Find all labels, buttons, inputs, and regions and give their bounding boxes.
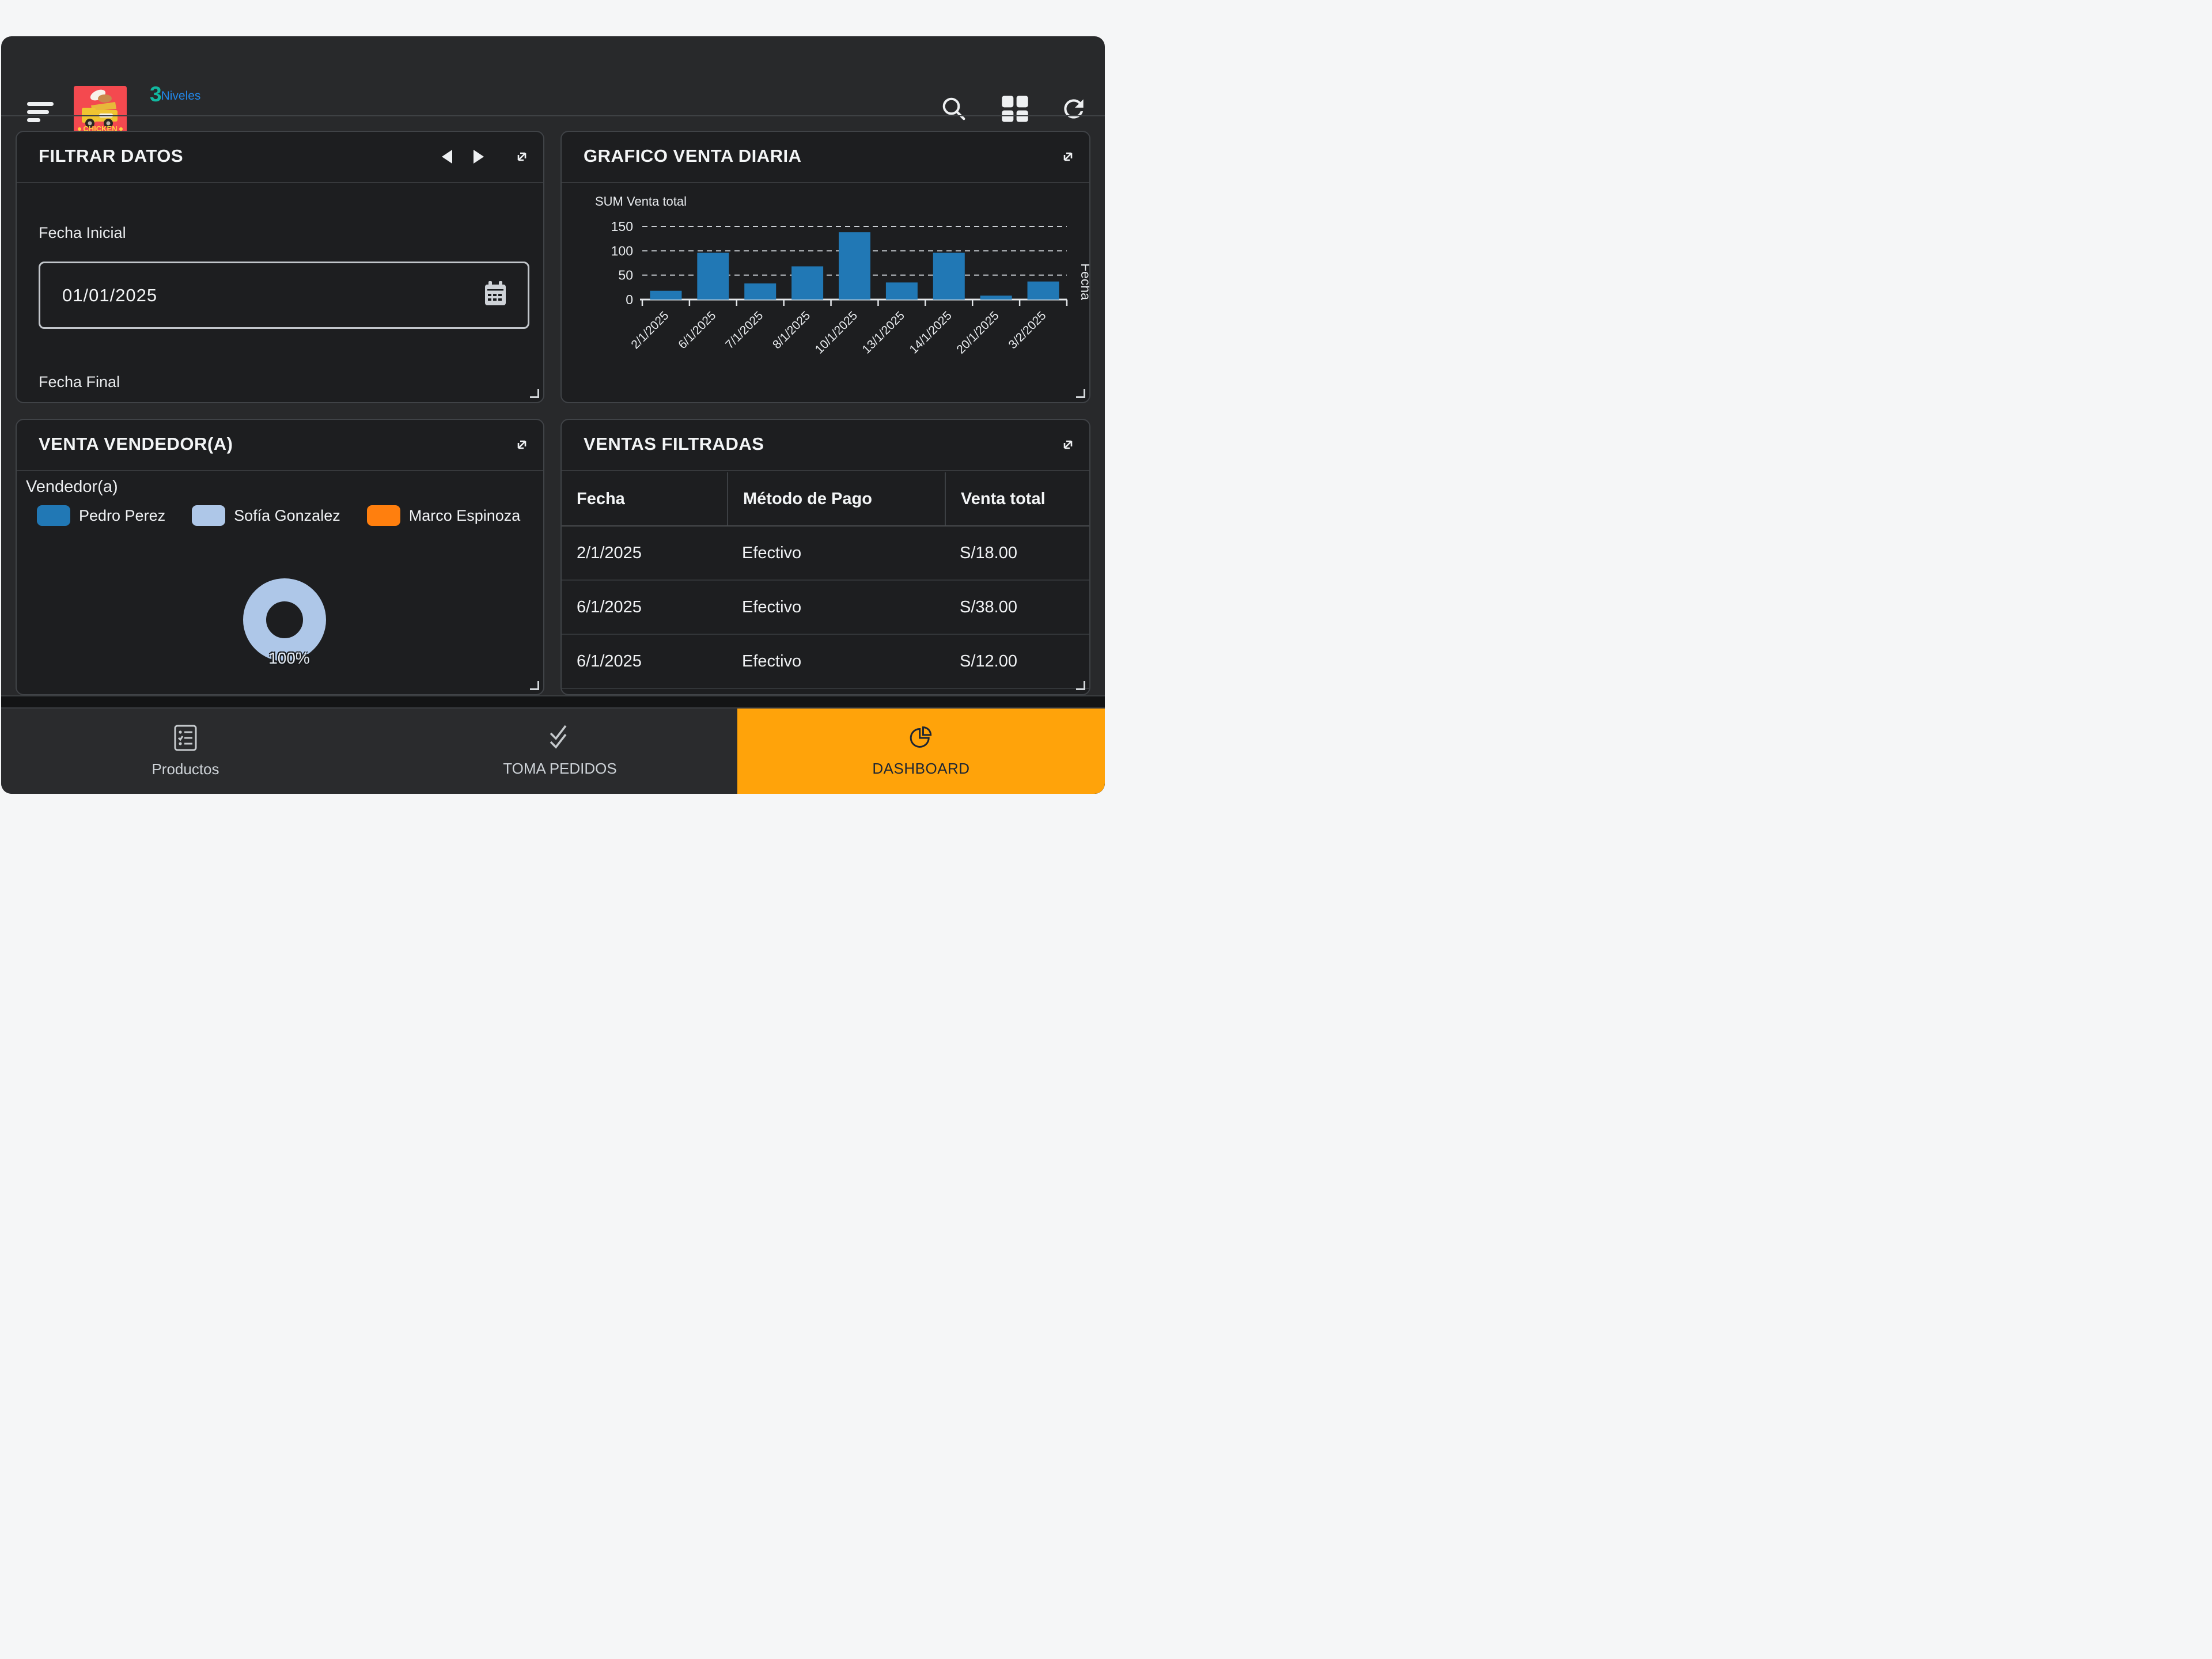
content-nav-divider (1, 695, 1105, 709)
daily-sales-bar-chart: 0 50 100 150 2/1/20256/1/20257/1/20258/1/202… (562, 132, 1089, 402)
table-cell: Efectivo (727, 527, 945, 579)
next-arrow-icon[interactable] (469, 147, 488, 166)
svg-text:20/1/2025: 20/1/2025 (954, 309, 1001, 356)
table-cell: Efectivo (727, 581, 945, 634)
table-row[interactable]: 6/1/2025EfectivoS/38.00 (562, 581, 1089, 635)
nav-toma-pedidos[interactable]: TOMA PEDIDOS (479, 709, 641, 794)
top-bar: CHICKEN FOOD TRUCK 3Niveles (1, 36, 1105, 115)
panel-venta-vendedor: VENTA VENDEDOR(A) Vendedor(a) Pedro Pere… (16, 419, 544, 695)
brand-name: 3Niveles (150, 85, 200, 103)
table-cell: Efectivo (727, 635, 945, 688)
panel-header: FILTRAR DATOS (17, 132, 543, 183)
calendar-icon[interactable] (483, 280, 508, 310)
vendor-legend: Pedro Perez Sofía Gonzalez Marco Espinoza (37, 505, 520, 526)
svg-text:2/1/2025: 2/1/2025 (628, 309, 671, 351)
resize-handle[interactable] (1076, 389, 1085, 398)
nav-label: DASHBOARD (872, 760, 969, 778)
expand-icon[interactable] (512, 147, 532, 166)
panel-title: VENTA VENDEDOR(A) (39, 434, 233, 454)
fecha-final-label: Fecha Final (39, 373, 120, 391)
expand-icon[interactable] (1058, 435, 1078, 454)
legend-swatch (367, 505, 400, 526)
bottom-nav: Productos TOMA PEDIDOS D (1, 709, 1105, 794)
svg-text:100: 100 (611, 243, 633, 258)
nav-dashboard[interactable]: DASHBOARD (737, 709, 1105, 794)
panel-header: VENTAS FILTRADAS (562, 420, 1089, 471)
table-cell: 2/1/2025 (562, 527, 727, 579)
nav-productos[interactable]: Productos (111, 709, 260, 794)
page: CHICKEN FOOD TRUCK 3Niveles (0, 0, 1106, 830)
legend-item[interactable]: Marco Espinoza (367, 505, 521, 526)
app-window: CHICKEN FOOD TRUCK 3Niveles (1, 36, 1105, 794)
svg-text:14/1/2025: 14/1/2025 (907, 309, 954, 356)
nav-label: Productos (151, 760, 219, 778)
column-header-metodo[interactable]: Método de Pago (727, 472, 945, 525)
legend-label: Sofía Gonzalez (234, 507, 340, 525)
topbar-divider (1, 115, 1105, 116)
double-check-icon (546, 725, 574, 754)
legend-label: Marco Espinoza (409, 507, 521, 525)
svg-text:7/1/2025: 7/1/2025 (723, 309, 766, 351)
brand-3: 3 (150, 86, 161, 103)
svg-text:8/1/2025: 8/1/2025 (770, 309, 813, 351)
menu-icon[interactable] (27, 102, 56, 125)
grid-icon[interactable] (1000, 94, 1030, 124)
table-cell: S/38.00 (945, 581, 1089, 634)
fecha-inicial-input[interactable]: 01/01/2025 (39, 262, 529, 329)
column-header-venta-total[interactable]: Venta total (945, 472, 1089, 525)
svg-text:10/1/2025: 10/1/2025 (813, 309, 860, 356)
table-header-row: Fecha Método de Pago Venta total (562, 472, 1089, 525)
table-row[interactable]: 2/1/2025EfectivoS/18.00 (562, 527, 1089, 581)
donut-percentage-label: 100% (246, 649, 332, 668)
svg-text:0: 0 (626, 292, 633, 307)
legend-item[interactable]: Pedro Perez (37, 505, 165, 526)
pie-chart-icon (908, 725, 934, 754)
svg-text:Fecha: Fecha (1078, 263, 1089, 300)
vendedor-field-label: Vendedor(a) (26, 478, 118, 497)
svg-text:50: 50 (618, 268, 633, 283)
svg-text:SUM Venta total: SUM Venta total (595, 194, 687, 209)
fecha-inicial-label: Fecha Inicial (39, 224, 126, 242)
svg-text:150: 150 (611, 219, 633, 234)
column-header-fecha[interactable]: Fecha (562, 472, 727, 525)
prev-arrow-icon[interactable] (437, 147, 457, 166)
table-cell: S/12.00 (945, 635, 1089, 688)
panel-header: VENTA VENDEDOR(A) (17, 420, 543, 471)
brand-niveles: Niveles (161, 90, 201, 102)
table-cell: 6/1/2025 (562, 635, 727, 688)
resize-handle[interactable] (1076, 681, 1085, 690)
expand-icon[interactable] (512, 435, 532, 454)
svg-text:6/1/2025: 6/1/2025 (676, 309, 718, 351)
legend-label: Pedro Perez (79, 507, 165, 525)
products-list-icon (173, 724, 198, 755)
chicken-food-truck-logo: CHICKEN FOOD TRUCK (74, 86, 127, 137)
svg-text:13/1/2025: 13/1/2025 (860, 309, 907, 356)
fecha-inicial-value: 01/01/2025 (62, 285, 157, 306)
legend-swatch (37, 505, 70, 526)
panel-title: VENTAS FILTRADAS (584, 434, 764, 454)
search-icon[interactable] (939, 94, 969, 124)
panel-filtrar-datos: FILTRAR DATOS Fecha Inicial 01/01/2025 (16, 131, 544, 403)
panel-ventas-filtradas: VENTAS FILTRADAS Fecha Método de Pago Ve… (560, 419, 1090, 695)
nav-label: TOMA PEDIDOS (503, 760, 616, 778)
refresh-icon[interactable] (1059, 94, 1089, 124)
svg-text:3/2/2025: 3/2/2025 (1006, 309, 1049, 351)
resize-handle[interactable] (530, 681, 539, 690)
table-cell: S/18.00 (945, 527, 1089, 579)
legend-item[interactable]: Sofía Gonzalez (192, 505, 340, 526)
resize-handle[interactable] (530, 389, 539, 398)
table-row[interactable]: 6/1/2025EfectivoS/12.00 (562, 635, 1089, 689)
sales-table-body: 2/1/2025EfectivoS/18.006/1/2025EfectivoS… (562, 525, 1089, 689)
panel-grafico-venta-diaria: GRAFICO VENTA DIARIA 0501001502/1/20256/… (560, 131, 1090, 403)
legend-swatch (192, 505, 225, 526)
donut-ring (255, 590, 315, 650)
panel-title: FILTRAR DATOS (39, 146, 183, 166)
table-cell: 6/1/2025 (562, 581, 727, 634)
